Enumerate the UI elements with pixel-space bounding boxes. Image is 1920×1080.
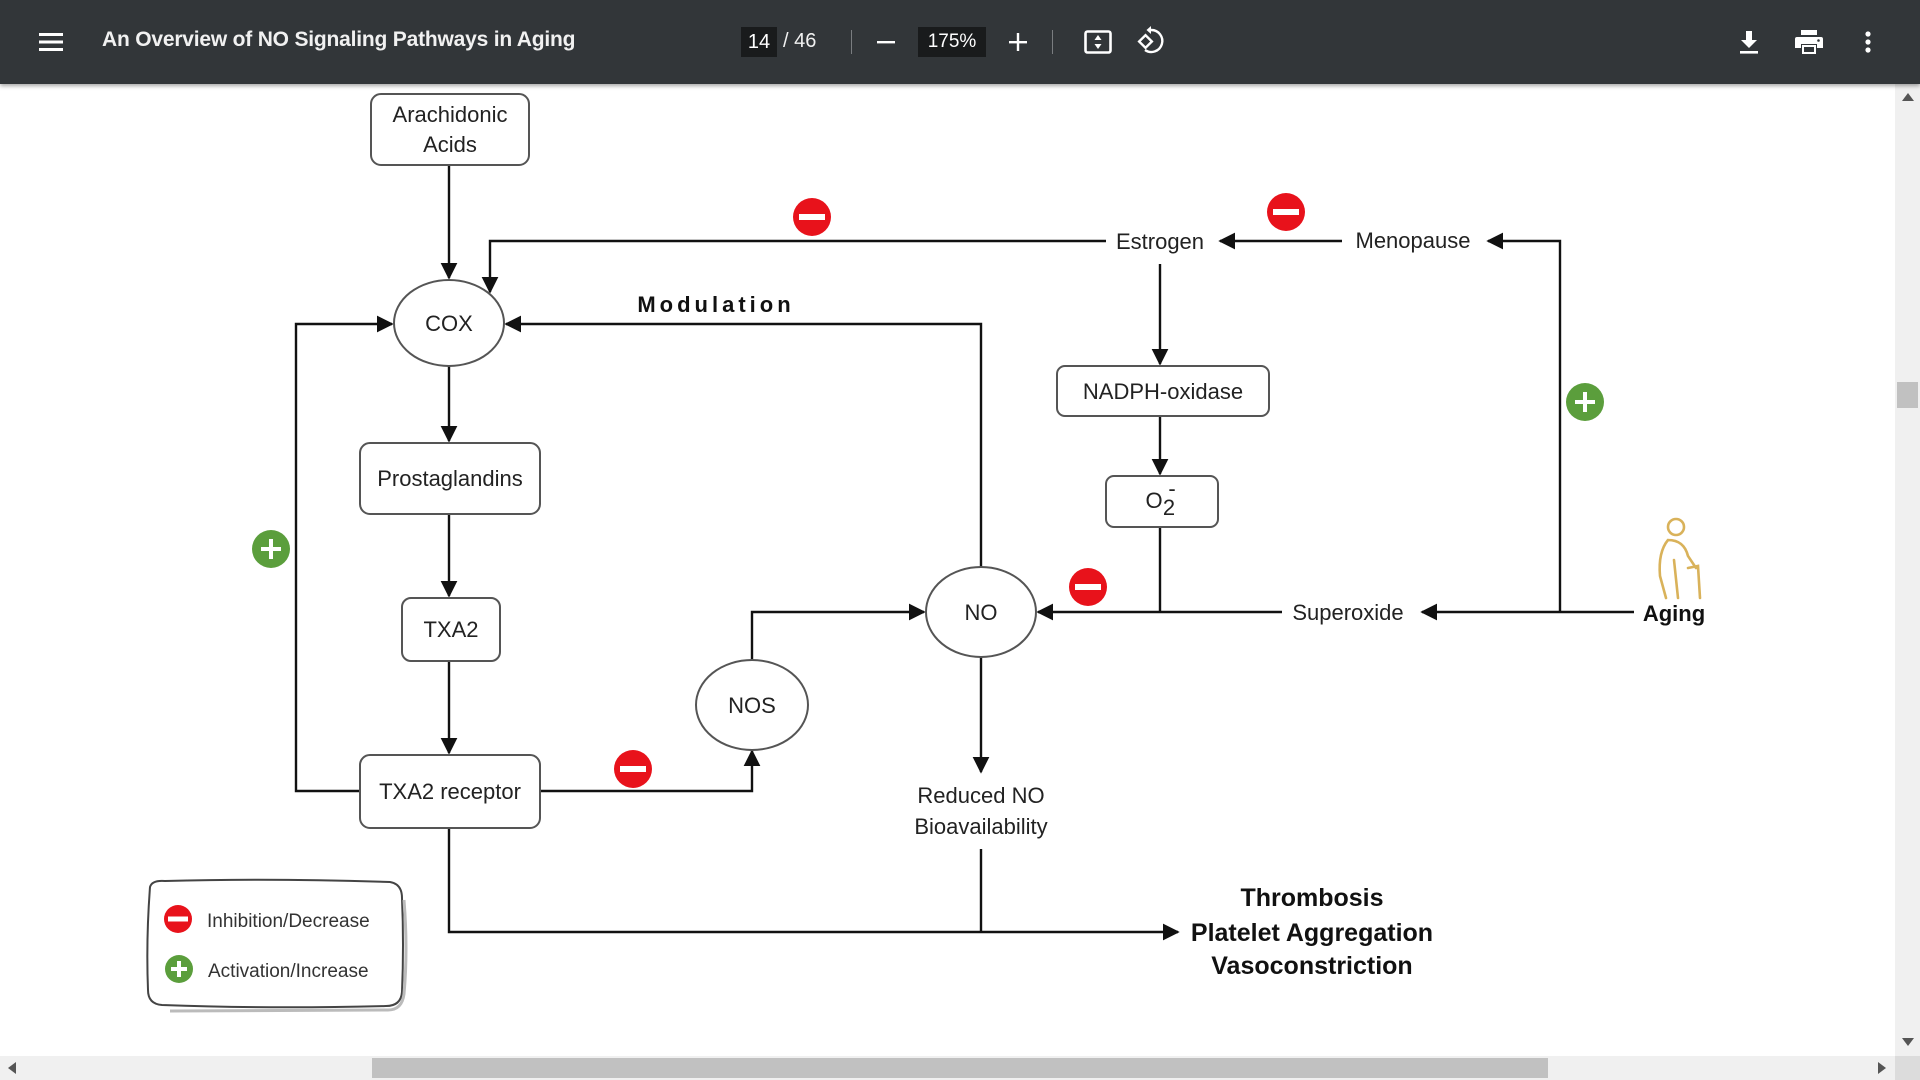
outcome-thrombosis: Thrombosis (1240, 884, 1383, 912)
vertical-scroll-thumb[interactable] (1897, 382, 1918, 408)
fit-to-page-button[interactable] (1080, 24, 1116, 60)
activation-marker-aging-menopause-icon (1566, 383, 1604, 421)
inhibition-marker-receptor-nos-icon (614, 750, 652, 788)
plus-icon (1009, 33, 1027, 51)
inhibition-marker-menopause-estrogen-icon (1267, 193, 1305, 231)
pathway-diagram: Arachidonic Acids COX Modulation Prostag… (146, 93, 1705, 1013)
inhibition-marker-superoxide-no-icon (1069, 568, 1107, 606)
reduced-no-label: Reduced NO (917, 783, 1044, 808)
estrogen-label: Estrogen (1116, 229, 1204, 254)
hamburger-menu-icon (39, 33, 63, 51)
bioavailability-label: Bioavailability (914, 814, 1047, 839)
zoom-in-button[interactable] (1002, 26, 1034, 58)
more-options-button[interactable] (1852, 24, 1884, 60)
print-button[interactable] (1790, 24, 1828, 60)
node-label: TXA2 (423, 617, 478, 642)
activation-marker-receptor-cox-icon (252, 530, 290, 568)
vertical-scrollbar[interactable] (1895, 84, 1920, 1056)
legend-inhibition-icon (164, 905, 192, 933)
zoom-out-button[interactable] (870, 26, 902, 58)
node-label: Arachidonic (393, 102, 508, 127)
superoxide-label: Superoxide (1292, 600, 1403, 625)
scrollbar-corner (1895, 1056, 1920, 1080)
inhibition-marker-estrogen-cox-icon (793, 198, 831, 236)
o2-superscript: - (1168, 476, 1175, 501)
toolbar-divider (851, 30, 852, 54)
scroll-right-arrow-icon[interactable] (1878, 1062, 1886, 1074)
arrow-no-to-cox-modulation (504, 315, 983, 567)
legend-inhibition-label: Inhibition/Decrease (207, 911, 370, 932)
arrow-to-outcomes (447, 828, 1180, 941)
rotate-counterclockwise-icon (1137, 26, 1164, 54)
node-cox: COX (393, 279, 505, 367)
zoom-level-input[interactable]: 175% (918, 27, 986, 57)
aging-label: Aging (1643, 601, 1705, 626)
document-title: An Overview of NO Signaling Pathways in … (102, 28, 576, 51)
outcome-vasoconstriction: Vasoconstriction (1211, 952, 1412, 980)
node-nadph-oxidase: NADPH-oxidase (1056, 365, 1270, 417)
page-number-input[interactable]: 14 (741, 27, 777, 57)
scroll-down-arrow-icon[interactable] (1902, 1038, 1914, 1046)
node-label: Prostaglandins (377, 466, 523, 491)
modulation-label: Modulation (637, 292, 794, 317)
node-label: COX (425, 311, 473, 336)
page-total: / 46 (783, 30, 817, 52)
node-label: Acids (423, 132, 477, 157)
pdf-toolbar: An Overview of NO Signaling Pathways in … (0, 0, 1920, 84)
node-label: NOS (728, 693, 776, 718)
arrow-nos-to-no (750, 603, 926, 659)
node-label: NADPH-oxidase (1083, 379, 1243, 404)
outcome-platelet-aggregation: Platelet Aggregation (1191, 919, 1433, 947)
scroll-up-arrow-icon[interactable] (1902, 93, 1914, 101)
arrow-receptor-to-cox-loop (294, 315, 394, 793)
node-label: O (1145, 488, 1162, 513)
fit-to-page-icon (1084, 30, 1112, 54)
more-vertical-icon (1865, 31, 1871, 53)
print-icon (1795, 30, 1823, 54)
arrow-aging-to-menopause (1486, 232, 1562, 612)
node-prostaglandins: Prostaglandins (359, 442, 541, 515)
aging-person-icon (1658, 517, 1702, 600)
node-txa2: TXA2 (401, 597, 501, 662)
minus-icon (877, 41, 895, 44)
node-label: TXA2 receptor (379, 779, 521, 804)
rotate-button[interactable] (1133, 22, 1171, 60)
horizontal-scroll-thumb[interactable] (372, 1058, 1548, 1078)
pdf-page-viewport: Arachidonic Acids COX Modulation Prostag… (0, 84, 1895, 1056)
horizontal-scrollbar[interactable] (0, 1056, 1895, 1080)
node-o2-superoxide-anion: O 2 - (1105, 475, 1219, 528)
menopause-label: Menopause (1356, 228, 1471, 253)
toolbar-divider (1052, 30, 1053, 54)
node-label: NO (965, 600, 998, 625)
legend: Inhibition/Decrease Activation/Increase (146, 878, 408, 1013)
node-arachidonic-acids: Arachidonic Acids (370, 93, 530, 166)
download-button[interactable] (1731, 24, 1767, 60)
legend-activation-icon (165, 955, 193, 983)
scroll-left-arrow-icon[interactable] (8, 1062, 16, 1074)
arrow-estrogen-to-cox (481, 239, 1106, 294)
download-icon (1740, 31, 1758, 54)
menu-button[interactable] (34, 26, 68, 58)
legend-activation-label: Activation/Increase (208, 961, 369, 982)
node-no: NO (925, 566, 1037, 658)
node-txa2-receptor: TXA2 receptor (359, 754, 541, 829)
node-nos: NOS (695, 659, 809, 751)
